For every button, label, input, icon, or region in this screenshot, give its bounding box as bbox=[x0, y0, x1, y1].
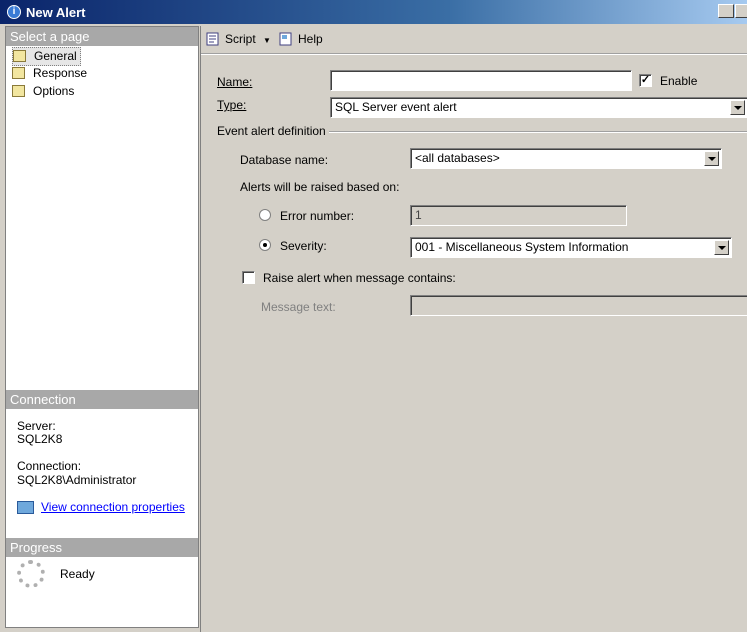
severity-select-value: 001 - Miscellaneous System Information bbox=[415, 240, 629, 254]
page-item-general[interactable]: General bbox=[12, 47, 81, 66]
database-name-label: Database name: bbox=[240, 153, 329, 167]
window-title: New Alert bbox=[26, 5, 86, 20]
type-label: Type: bbox=[217, 98, 246, 112]
toolbar-divider bbox=[201, 53, 747, 55]
raise-alert-label: Raise alert when message contains: bbox=[263, 271, 456, 285]
help-icon bbox=[279, 32, 292, 46]
alerts-raised-label: Alerts will be raised based on: bbox=[240, 180, 400, 194]
error-number-radio[interactable] bbox=[259, 209, 271, 221]
severity-label: Severity: bbox=[280, 239, 327, 253]
view-connection-properties-link[interactable]: View connection properties bbox=[41, 500, 185, 514]
type-select[interactable]: SQL Server event alert bbox=[330, 97, 747, 118]
name-label-text: Name: bbox=[217, 75, 253, 89]
connection-properties-icon bbox=[17, 501, 34, 514]
server-label: Server: bbox=[17, 419, 56, 433]
help-label: Help bbox=[298, 32, 323, 46]
chevron-down-icon: ▼ bbox=[263, 36, 271, 45]
page-icon bbox=[12, 67, 25, 79]
database-select[interactable]: <all databases> bbox=[410, 148, 722, 169]
script-button[interactable]: Script ▼ bbox=[205, 31, 275, 47]
select-page-header: Select a page bbox=[6, 27, 198, 46]
progress-spinner-icon bbox=[17, 560, 45, 588]
connection-header: Connection bbox=[6, 390, 198, 409]
name-field[interactable] bbox=[330, 70, 632, 91]
enable-label: Enable bbox=[660, 74, 698, 88]
page-icon bbox=[13, 50, 26, 62]
maximize-button[interactable] bbox=[735, 4, 747, 18]
main-panel: Script ▼ Help Name: ✓ Enable Type: SQL S… bbox=[200, 26, 747, 632]
database-select-value: <all databases> bbox=[415, 151, 500, 165]
severity-radio[interactable] bbox=[259, 239, 271, 251]
chevron-down-icon[interactable] bbox=[730, 100, 745, 115]
chevron-down-icon[interactable] bbox=[714, 240, 729, 255]
raise-alert-checkbox[interactable] bbox=[242, 271, 255, 284]
page-item-options[interactable]: Options bbox=[12, 83, 77, 100]
connection-value: SQL2K8\Administrator bbox=[17, 473, 137, 487]
error-number-label: Error number: bbox=[280, 209, 355, 223]
script-icon bbox=[206, 32, 219, 46]
toolbar: Script ▼ Help bbox=[201, 26, 747, 52]
chevron-down-icon[interactable] bbox=[704, 151, 719, 166]
server-value: SQL2K8 bbox=[17, 432, 63, 446]
group-divider bbox=[329, 131, 747, 133]
progress-header: Progress bbox=[6, 538, 198, 557]
title-bar: i New Alert bbox=[0, 0, 747, 24]
page-item-label: Response bbox=[33, 66, 88, 80]
left-panel: Select a page General Response Options C… bbox=[5, 26, 199, 628]
help-button[interactable]: Help bbox=[278, 31, 328, 47]
error-number-field[interactable]: 1 bbox=[410, 205, 627, 226]
info-icon: i bbox=[7, 5, 21, 19]
name-label: Name: bbox=[217, 75, 252, 89]
progress-status: Ready bbox=[60, 567, 95, 581]
event-alert-definition-label: Event alert definition bbox=[217, 124, 326, 138]
type-label-text: Type: bbox=[217, 98, 247, 112]
page-item-label: Options bbox=[33, 84, 75, 98]
message-text-label: Message text: bbox=[261, 300, 336, 314]
minimize-button[interactable] bbox=[718, 4, 734, 18]
page-item-response[interactable]: Response bbox=[12, 65, 90, 82]
message-text-field[interactable] bbox=[410, 295, 747, 316]
severity-select[interactable]: 001 - Miscellaneous System Information bbox=[410, 237, 732, 258]
radio-selected-dot bbox=[263, 243, 267, 247]
connection-label: Connection: bbox=[17, 459, 82, 473]
script-label: Script bbox=[225, 32, 256, 46]
page-icon bbox=[12, 85, 25, 97]
type-select-value: SQL Server event alert bbox=[335, 100, 457, 114]
page-item-label: General bbox=[34, 49, 77, 63]
enable-checkbox[interactable]: ✓ bbox=[639, 74, 652, 87]
